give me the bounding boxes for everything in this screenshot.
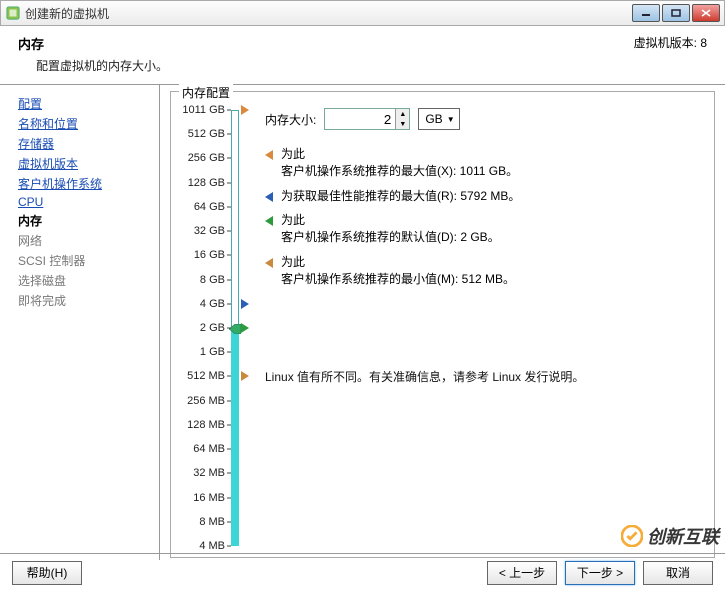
wizard-step[interactable]: 配置 [18, 95, 153, 112]
wizard-step: 选择磁盘 [18, 272, 153, 289]
memory-size-row: 内存大小: ▲ ▼ GB ▼ [265, 108, 702, 130]
linux-note: Linux 值有所不同。有关准确信息，请参考 Linux 发行说明。 [265, 368, 702, 385]
memory-slider[interactable] [231, 110, 239, 546]
memory-groupbox: 内存配置 1011 GB512 GB256 GB128 GB64 GB32 GB… [170, 91, 715, 558]
window-buttons [632, 4, 720, 22]
wizard-step[interactable]: CPU [18, 195, 153, 209]
recommendation-text: 为此客户机操作系统推荐的最小值(M): 512 MB。 [281, 254, 515, 288]
main-panel: 内存配置 1011 GB512 GB256 GB128 GB64 GB32 GB… [166, 85, 725, 560]
recommendation-row: 为此客户机操作系统推荐的最小值(M): 512 MB。 [265, 254, 702, 288]
slider-tick-label: 1011 GB [182, 104, 225, 116]
slider-tick-label: 64 GB [194, 201, 225, 213]
recommendation-text: 为获取最佳性能推荐的最大值(R): 5792 MB。 [281, 188, 520, 205]
close-button[interactable] [692, 4, 720, 22]
wizard-step[interactable]: 虚拟机版本 [18, 155, 153, 172]
slider-tick-label: 128 GB [188, 177, 225, 189]
maximize-button[interactable] [662, 4, 690, 22]
slider-tick-label: 128 MB [187, 419, 225, 431]
wizard-step[interactable]: 客户机操作系统 [18, 175, 153, 192]
slider-tick-label: 8 GB [200, 274, 225, 286]
wizard-header: 内存 配置虚拟机的内存大小。 虚拟机版本: 8 [0, 26, 725, 85]
slider-tick-label: 8 MB [199, 516, 225, 528]
recommendation-row: 为获取最佳性能推荐的最大值(R): 5792 MB。 [265, 188, 702, 205]
next-button[interactable]: 下一步 > [565, 561, 635, 585]
slider-tick-label: 16 MB [193, 492, 225, 504]
vm-version-label: 虚拟机版本: 8 [634, 34, 707, 74]
memory-slider-column: 1011 GB 512 GB 256 GB 128 GB 64 GB 32 GB 16 GB… [171, 92, 251, 557]
slider-tick-label: 2 GB [200, 322, 225, 334]
titlebar: 创建新的虚拟机 [0, 0, 725, 26]
triangle-icon [265, 192, 273, 202]
slider-marker-icon [241, 323, 249, 333]
help-button[interactable]: 帮助(H) [12, 561, 82, 585]
recommendation-text: 为此客户机操作系统推荐的默认值(D): 2 GB。 [281, 212, 500, 246]
wizard-step: SCSI 控制器 [18, 252, 153, 269]
slider-tick-label: 64 MB [193, 443, 225, 455]
triangle-icon [265, 216, 273, 226]
spinner-up-icon[interactable]: ▲ [395, 109, 409, 119]
slider-tick-label: 32 GB [194, 225, 225, 237]
slider-tick-label: 512 GB [188, 128, 225, 140]
triangle-icon [265, 150, 273, 160]
page-title: 内存 [18, 34, 168, 53]
window-title: 创建新的虚拟机 [25, 5, 632, 22]
slider-tick-label: 4 MB [199, 540, 225, 552]
memory-unit-select[interactable]: GB ▼ [418, 108, 459, 130]
recommendation-text: 为此客户机操作系统推荐的最大值(X): 1011 GB。 [281, 146, 518, 180]
slider-marker-icon [241, 299, 249, 309]
chevron-down-icon: ▼ [447, 115, 455, 124]
spinner-down-icon[interactable]: ▼ [395, 119, 409, 129]
back-button[interactable]: < 上一步 [487, 561, 557, 585]
memory-info-column: 内存大小: ▲ ▼ GB ▼ 为此客户机操作 [251, 92, 714, 557]
triangle-icon [265, 258, 273, 268]
wizard-steps: 配置名称和位置存储器虚拟机版本客户机操作系统 CPU 内存网络 SCSI 控制器选择磁… [0, 85, 160, 560]
wizard-step[interactable]: 名称和位置 [18, 115, 153, 132]
app-icon [5, 5, 21, 21]
page-subtitle: 配置虚拟机的内存大小。 [18, 57, 168, 74]
recommendation-row: 为此客户机操作系统推荐的默认值(D): 2 GB。 [265, 212, 702, 246]
slider-tick-label: 256 GB [188, 152, 225, 164]
wizard-step: 内存 [18, 212, 153, 229]
memory-size-label: 内存大小: [265, 111, 316, 128]
minimize-button[interactable] [632, 4, 660, 22]
slider-tick-label: 16 GB [194, 249, 225, 261]
wizard-step: 网络 [18, 232, 153, 249]
slider-tick-label: 32 MB [193, 467, 225, 479]
slider-marker-icon [241, 371, 249, 381]
slider-tick-label: 4 GB [200, 298, 225, 310]
slider-tick-label: 512 MB [187, 370, 225, 382]
cancel-button[interactable]: 取消 [643, 561, 713, 585]
slider-tick-label: 1 GB [200, 346, 225, 358]
wizard-footer: 帮助(H) < 上一步 下一步 > 取消 [0, 553, 725, 591]
wizard-step: 即将完成 [18, 292, 153, 309]
memory-size-spinner[interactable]: ▲ ▼ [395, 109, 409, 129]
wizard-body: 配置名称和位置存储器虚拟机版本客户机操作系统 CPU 内存网络 SCSI 控制器选择磁… [0, 85, 725, 560]
wizard-step[interactable]: 存储器 [18, 135, 153, 152]
slider-marker-icon [241, 105, 249, 115]
recommendation-row: 为此客户机操作系统推荐的最大值(X): 1011 GB。 [265, 146, 702, 180]
memory-unit-value: GB [425, 112, 442, 126]
slider-tick-label: 256 MB [187, 395, 225, 407]
